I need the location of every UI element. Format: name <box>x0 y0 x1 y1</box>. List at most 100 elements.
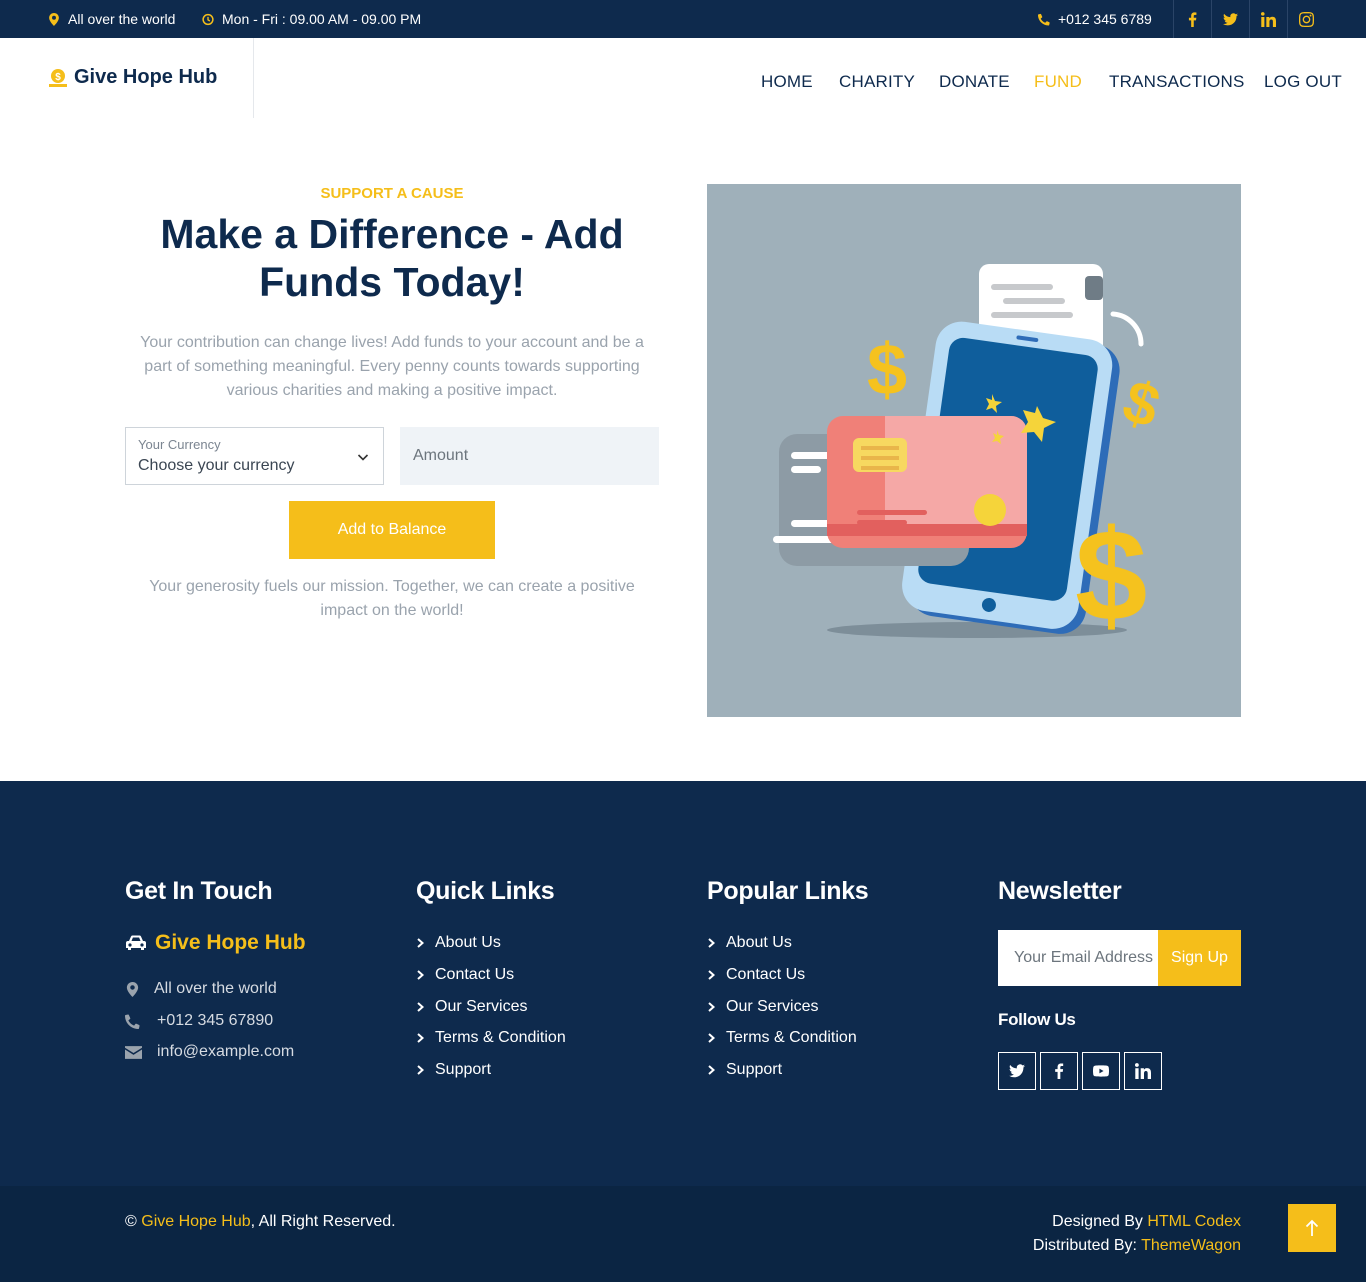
copyright-brand-link[interactable]: Give Hope Hub <box>141 1213 250 1230</box>
quick-link-label: Terms & Condition <box>435 1029 566 1046</box>
chevron-right-icon <box>417 1033 425 1043</box>
popular-link-about[interactable]: About Us <box>707 934 792 952</box>
chevron-right-icon <box>417 938 425 948</box>
brand-logo[interactable]: $ Give Hope Hub <box>48 66 217 89</box>
newsletter-heading: Newsletter <box>998 877 1122 905</box>
phone-info: +012 345 6789 <box>1038 11 1152 27</box>
twitter-icon[interactable] <box>1211 0 1249 38</box>
get-in-touch-heading: Get In Touch <box>125 877 273 905</box>
popular-link-contact[interactable]: Contact Us <box>707 966 805 984</box>
nav-fund[interactable]: FUND <box>1034 72 1082 92</box>
hours-info: Mon - Fri : 09.00 AM - 09.00 PM <box>202 11 421 27</box>
footer: Get In Touch Give Hope Hub All over the … <box>0 781 1366 1186</box>
chevron-right-icon <box>417 1002 425 1012</box>
facebook-icon[interactable] <box>1173 0 1211 38</box>
footer-phone: +012 345 67890 <box>125 1012 273 1030</box>
phone-card-illustration: $ $ $ <box>773 264 1168 648</box>
chevron-down-icon <box>357 454 369 461</box>
designed-by-link[interactable]: HTML Codex <box>1147 1213 1241 1230</box>
location-text: All over the world <box>68 11 176 27</box>
nav-transactions[interactable]: TRANSACTIONS <box>1109 72 1245 92</box>
currency-label: Your Currency <box>138 437 221 452</box>
youtube-icon[interactable] <box>1082 1052 1120 1090</box>
section-eyebrow: SUPPORT A CAUSE <box>320 185 464 202</box>
back-to-top-button[interactable] <box>1288 1204 1336 1252</box>
instagram-icon[interactable] <box>1287 0 1325 38</box>
sign-up-button[interactable]: Sign Up <box>1158 930 1241 986</box>
chevron-right-icon <box>708 1033 716 1043</box>
nav-logout[interactable]: LOG OUT <box>1264 72 1342 92</box>
brand-divider <box>253 38 254 118</box>
popular-link-label: Terms & Condition <box>726 1029 857 1046</box>
location-info: All over the world <box>48 11 175 27</box>
popular-link-label: About Us <box>726 934 792 951</box>
quick-links-heading: Quick Links <box>416 877 555 905</box>
map-marker-icon <box>126 981 139 997</box>
distributed-by-link[interactable]: ThemeWagon <box>1141 1237 1241 1254</box>
quick-link-terms[interactable]: Terms & Condition <box>416 1029 566 1047</box>
quick-link-label: About Us <box>435 934 501 951</box>
svg-text:$: $ <box>55 72 61 83</box>
popular-links-heading: Popular Links <box>707 877 869 905</box>
copyright-text: © Give Hope Hub, All Right Reserved. <box>125 1213 396 1231</box>
distributed-by: Distributed By: ThemeWagon <box>1033 1237 1241 1255</box>
linkedin-icon[interactable] <box>1124 1052 1162 1090</box>
top-bar: All over the world Mon - Fri : 09.00 AM … <box>0 0 1366 38</box>
newsletter-email-input[interactable] <box>998 930 1158 986</box>
quick-link-label: Support <box>435 1061 492 1078</box>
chevron-right-icon <box>417 970 425 980</box>
quick-link-about[interactable]: About Us <box>416 934 501 952</box>
quick-link-support[interactable]: Support <box>416 1061 491 1079</box>
svg-text:$: $ <box>867 330 907 410</box>
payment-illustration: $ $ $ <box>707 184 1241 717</box>
quick-link-contact[interactable]: Contact Us <box>416 966 514 984</box>
phone-icon <box>125 1013 140 1029</box>
footer-address: All over the world <box>125 980 277 998</box>
copyright-bar: © Give Hope Hub, All Right Reserved. Des… <box>0 1186 1366 1282</box>
designed-by: Designed By HTML Codex <box>1052 1213 1241 1231</box>
svg-text:$: $ <box>1115 367 1167 441</box>
intro-paragraph: Your contribution can change lives! Add … <box>140 334 644 399</box>
email-text: info@example.com <box>157 1043 295 1060</box>
popular-link-label: Our Services <box>726 998 819 1015</box>
linkedin-icon[interactable] <box>1249 0 1287 38</box>
svg-text:$: $ <box>1075 502 1147 648</box>
currency-value: Choose your currency <box>138 457 295 474</box>
twitter-icon[interactable] <box>998 1052 1036 1090</box>
coin-hand-icon: $ <box>49 68 67 87</box>
facebook-icon[interactable] <box>1040 1052 1078 1090</box>
chevron-right-icon <box>708 1002 716 1012</box>
quick-link-label: Contact Us <box>435 966 515 983</box>
quick-link-label: Our Services <box>435 998 528 1015</box>
clock-icon <box>202 13 214 25</box>
address-text: All over the world <box>154 980 277 997</box>
distributed-by-label: Distributed By: <box>1032 1237 1137 1254</box>
nav-charity[interactable]: CHARITY <box>839 72 915 92</box>
popular-link-terms[interactable]: Terms & Condition <box>707 1029 857 1047</box>
footer-brand[interactable]: Give Hope Hub <box>125 931 306 955</box>
follow-us-label: Follow Us <box>998 1010 1076 1029</box>
footer-email: info@example.com <box>125 1043 294 1061</box>
car-icon <box>126 935 146 950</box>
copyright-symbol: © <box>125 1213 137 1230</box>
chevron-right-icon <box>708 1065 716 1075</box>
add-to-balance-button[interactable]: Add to Balance <box>289 501 495 559</box>
quick-link-services[interactable]: Our Services <box>416 998 527 1016</box>
popular-link-support[interactable]: Support <box>707 1061 782 1079</box>
currency-select[interactable]: Your Currency Choose your currency <box>125 427 384 485</box>
popular-link-label: Contact Us <box>726 966 806 983</box>
chevron-right-icon <box>708 970 716 980</box>
designed-by-label: Designed By <box>1052 1213 1143 1230</box>
nav-donate[interactable]: DONATE <box>939 72 1010 92</box>
brand-name: Give Hope Hub <box>74 66 218 88</box>
envelope-icon <box>125 1045 142 1059</box>
phone-text: +012 345 6789 <box>1058 11 1152 27</box>
popular-link-services[interactable]: Our Services <box>707 998 818 1016</box>
chevron-right-icon <box>417 1065 425 1075</box>
phone-text: +012 345 67890 <box>157 1012 274 1029</box>
copyright-rights: , All Right Reserved. <box>250 1213 396 1230</box>
nav-home[interactable]: HOME <box>761 72 813 92</box>
phone-icon <box>1038 13 1050 26</box>
hours-text: Mon - Fri : 09.00 AM - 09.00 PM <box>222 11 422 27</box>
amount-input[interactable] <box>400 427 659 485</box>
